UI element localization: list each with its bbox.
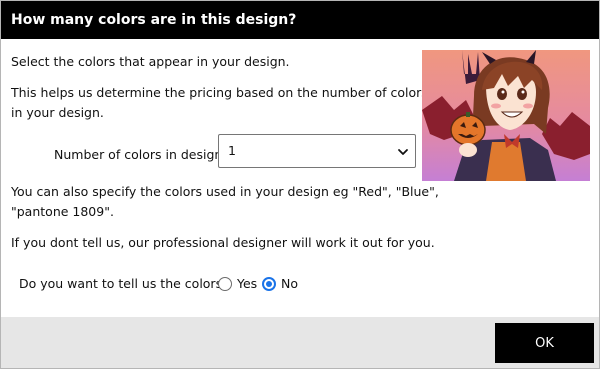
radio-no[interactable] bbox=[262, 277, 276, 291]
tell-colors-question: Do you want to tell us the colors? bbox=[19, 276, 229, 291]
color-count-dialog: How many colors are in this design? Sele… bbox=[0, 0, 600, 369]
color-count-select[interactable]: 1 bbox=[218, 134, 416, 168]
designer-note: If you dont tell us, our professional de… bbox=[11, 235, 435, 250]
color-count-label: Number of colors in design bbox=[54, 147, 223, 162]
tell-colors-radio-group: Do you want to tell us the colors? Yes N… bbox=[19, 273, 319, 295]
color-count-value: 1 bbox=[228, 143, 236, 158]
instruction-text: Select the colors that appear in your de… bbox=[11, 54, 290, 69]
specify-colors-line-2: "pantone 1809". bbox=[11, 204, 114, 219]
ok-button[interactable]: OK bbox=[495, 323, 594, 363]
radio-yes-label[interactable]: Yes bbox=[237, 274, 257, 294]
dialog-title: How many colors are in this design? bbox=[11, 12, 297, 28]
pricing-note-line-1: This helps us determine the pricing base… bbox=[11, 85, 428, 100]
radio-no-label[interactable]: No bbox=[281, 274, 298, 294]
pricing-note-line-2: in your design. bbox=[11, 105, 104, 120]
specify-colors-line-1: You can also specify the colors used in … bbox=[11, 184, 439, 199]
dialog-footer: OK bbox=[1, 317, 599, 368]
radio-yes[interactable] bbox=[218, 277, 232, 291]
dialog-title-bar: How many colors are in this design? bbox=[1, 1, 599, 39]
design-preview-artwork bbox=[422, 50, 590, 181]
chevron-down-icon bbox=[398, 149, 408, 155]
design-preview-image bbox=[422, 50, 590, 181]
